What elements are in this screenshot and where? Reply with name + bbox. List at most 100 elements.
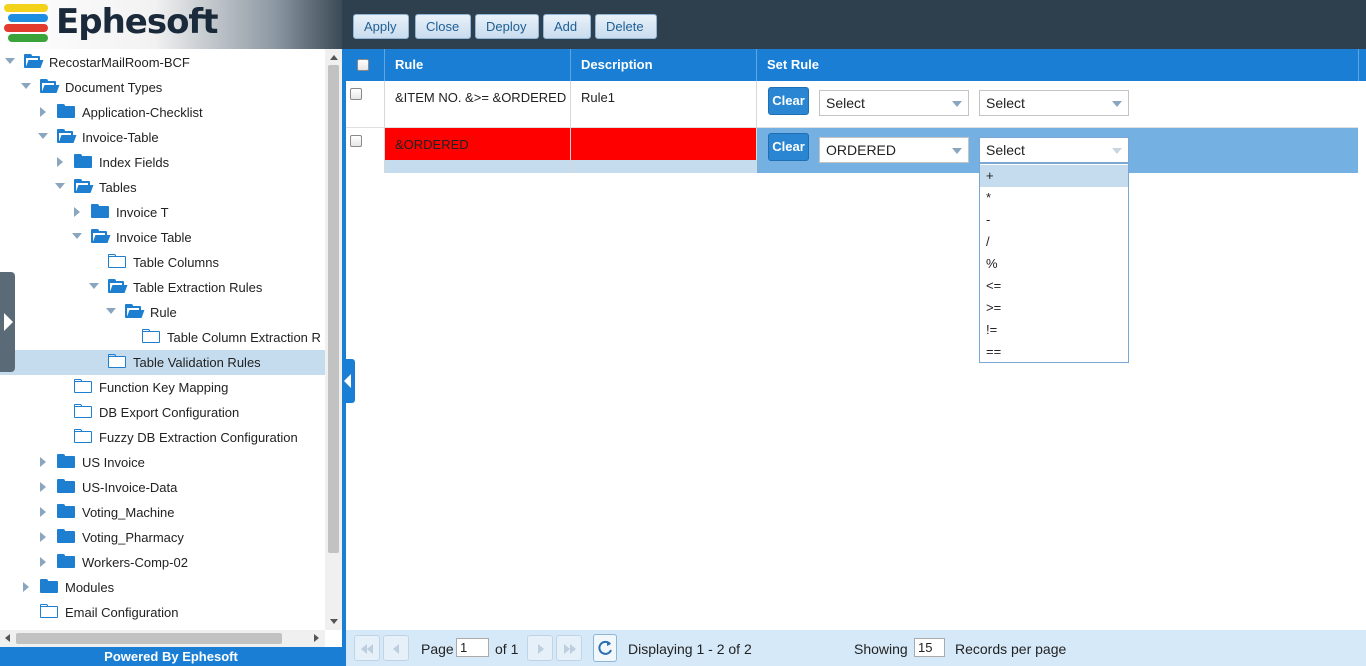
- chevron-down-icon: [952, 101, 962, 107]
- close-button[interactable]: Close: [415, 14, 471, 39]
- chevron-right-icon[interactable]: [40, 107, 46, 117]
- powered-by-footer: Powered By Ephesoft: [0, 647, 342, 666]
- scroll-up-icon[interactable]: [330, 55, 338, 60]
- field-select[interactable]: ORDERED: [819, 137, 969, 163]
- delete-button[interactable]: Delete: [595, 14, 657, 39]
- last-page-button[interactable]: [556, 635, 582, 661]
- field-select[interactable]: Select: [819, 90, 969, 116]
- tree-item-label: Email Configuration: [65, 605, 179, 620]
- tree-item-label: Index Fields: [99, 155, 170, 170]
- tree-item[interactable]: Voting_Pharmacy: [0, 525, 325, 550]
- header-rule[interactable]: Rule: [385, 49, 571, 81]
- tree-vertical-scrollbar[interactable]: [325, 49, 342, 630]
- scroll-thumb[interactable]: [328, 65, 339, 553]
- tree-item[interactable]: Invoice-Table: [0, 125, 325, 150]
- chevron-right-icon[interactable]: [57, 157, 63, 167]
- operator-select[interactable]: Select: [979, 90, 1129, 116]
- page-number-input[interactable]: 1: [456, 638, 489, 657]
- chevron-right-icon[interactable]: [40, 482, 46, 492]
- tree-item[interactable]: Invoice T: [0, 200, 325, 225]
- folder-icon: [57, 479, 75, 493]
- tree-item[interactable]: US-Invoice-Data: [0, 475, 325, 500]
- folder-open-icon: [125, 304, 145, 318]
- tree-item[interactable]: RecostarMailRoom-BCF: [0, 50, 325, 75]
- tree-item-label: Modules: [65, 580, 115, 595]
- chevron-down-icon[interactable]: [72, 233, 82, 239]
- tree-item[interactable]: Table Column Extraction R: [0, 325, 325, 350]
- clear-button[interactable]: Clear: [768, 133, 809, 161]
- grid-header: Rule Description Set Rule: [346, 49, 1366, 81]
- tree-item[interactable]: Voting_Machine: [0, 500, 325, 525]
- tree-item[interactable]: Index Fields: [0, 150, 325, 175]
- chevron-right-icon[interactable]: [40, 457, 46, 467]
- tree-item[interactable]: Workers-Comp-02: [0, 550, 325, 575]
- chevron-down-icon[interactable]: [89, 283, 99, 289]
- chevron-right-icon[interactable]: [74, 207, 80, 217]
- expand-side-panel-tab[interactable]: [0, 272, 15, 372]
- table-row[interactable]: &ITEM NO. &>= &ORDERED Rule1 Clear Selec…: [346, 81, 1358, 128]
- chevron-right-icon[interactable]: [40, 507, 46, 517]
- tree-item-label: DB Export Configuration: [99, 405, 240, 420]
- header-checkbox-cell: [346, 49, 385, 81]
- dropdown-option[interactable]: +: [980, 165, 1128, 187]
- tree-item[interactable]: Table Columns: [0, 250, 325, 275]
- folder-open-icon: [40, 79, 60, 93]
- scroll-down-icon[interactable]: [330, 619, 338, 624]
- chevron-down-icon[interactable]: [38, 133, 48, 139]
- tree-item[interactable]: Table Validation Rules: [0, 350, 325, 375]
- apply-button[interactable]: Apply: [353, 14, 409, 39]
- tree-item[interactable]: Invoice Table: [0, 225, 325, 250]
- row-checkbox[interactable]: [350, 88, 362, 100]
- tree-item[interactable]: Fuzzy DB Extraction Configuration: [0, 425, 325, 450]
- chevron-right-icon[interactable]: [23, 582, 29, 592]
- records-per-page-input[interactable]: 15: [914, 638, 945, 657]
- rule-cell: &ITEM NO. &>= &ORDERED: [385, 81, 571, 128]
- deploy-button[interactable]: Deploy: [475, 14, 539, 39]
- tree-item[interactable]: Tables: [0, 175, 325, 200]
- tree-item-label: Table Column Extraction R: [167, 330, 321, 345]
- tree-item[interactable]: Rule: [0, 300, 325, 325]
- chevron-down-icon[interactable]: [21, 83, 31, 89]
- tree-item[interactable]: Table Extraction Rules: [0, 275, 325, 300]
- tree-item[interactable]: Modules: [0, 575, 325, 600]
- select-all-checkbox[interactable]: [357, 59, 369, 71]
- table-row[interactable]: &ORDERED Clear ORDERED Select: [346, 128, 1358, 173]
- scroll-thumb-horizontal[interactable]: [16, 633, 282, 644]
- dropdown-option[interactable]: >=: [980, 297, 1128, 319]
- chevron-down-icon[interactable]: [106, 308, 116, 314]
- scroll-right-icon[interactable]: [314, 634, 319, 642]
- add-button[interactable]: Add: [543, 14, 591, 39]
- tree-item-label: Invoice T: [116, 205, 169, 220]
- row-checkbox[interactable]: [350, 135, 362, 147]
- next-page-button[interactable]: [527, 635, 553, 661]
- dropdown-option[interactable]: <=: [980, 275, 1128, 297]
- tree-item[interactable]: Email Configuration: [0, 600, 325, 625]
- dropdown-option[interactable]: *: [980, 187, 1128, 209]
- tree-item[interactable]: Application-Checklist: [0, 100, 325, 125]
- dropdown-option[interactable]: /: [980, 231, 1128, 253]
- scroll-left-icon[interactable]: [5, 634, 10, 642]
- dropdown-option[interactable]: %: [980, 253, 1128, 275]
- chevron-right-icon[interactable]: [40, 532, 46, 542]
- tree-item[interactable]: DB Export Configuration: [0, 400, 325, 425]
- prev-page-button[interactable]: [383, 635, 409, 661]
- dropdown-option[interactable]: -: [980, 209, 1128, 231]
- dropdown-option[interactable]: ==: [980, 341, 1128, 363]
- chevron-right-icon[interactable]: [40, 557, 46, 567]
- operator-select[interactable]: Select: [979, 137, 1129, 163]
- tree-item[interactable]: US Invoice: [0, 450, 325, 475]
- refresh-button[interactable]: [593, 634, 617, 662]
- tree-item[interactable]: Document Types: [0, 75, 325, 100]
- collapse-tree-tab[interactable]: [342, 359, 355, 403]
- dropdown-option[interactable]: !=: [980, 319, 1128, 341]
- header-description[interactable]: Description: [571, 49, 757, 81]
- header-set-rule[interactable]: Set Rule: [757, 49, 1359, 81]
- first-page-button[interactable]: [354, 635, 380, 661]
- logo-text: Ephesoft: [56, 2, 218, 42]
- tree-horizontal-scrollbar[interactable]: [0, 630, 325, 647]
- chevron-down-icon[interactable]: [55, 183, 65, 189]
- tree-item-label: Table Extraction Rules: [133, 280, 263, 295]
- clear-button[interactable]: Clear: [768, 87, 809, 115]
- chevron-down-icon[interactable]: [5, 58, 15, 64]
- tree-item[interactable]: Function Key Mapping: [0, 375, 325, 400]
